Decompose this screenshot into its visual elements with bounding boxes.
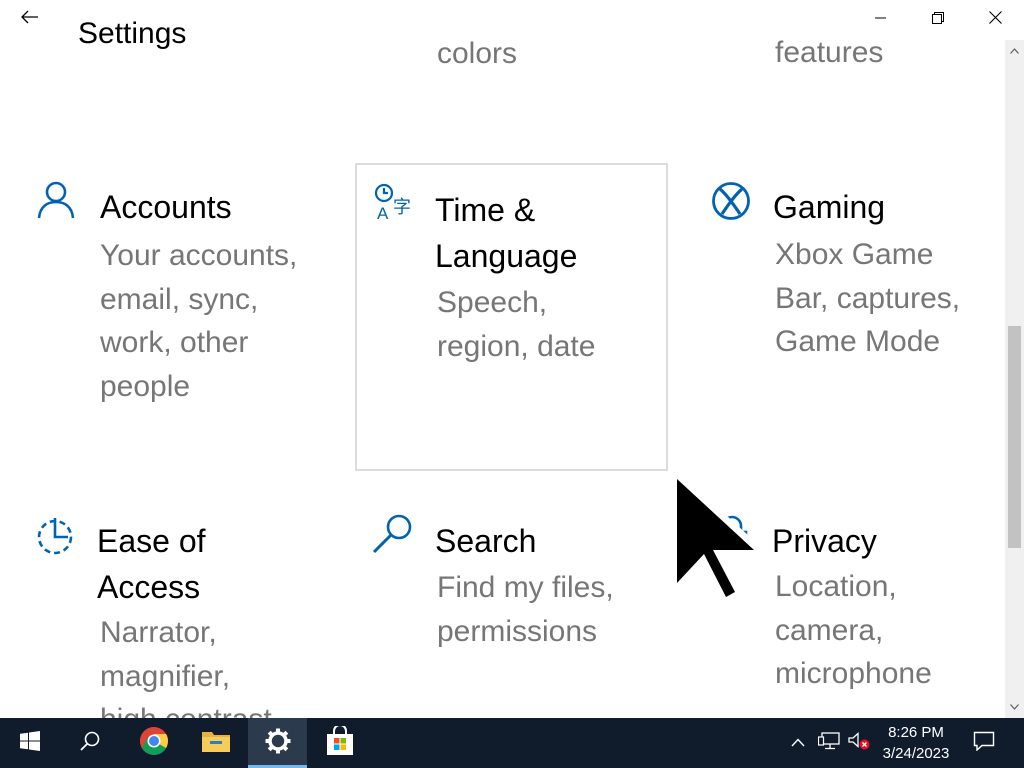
tile-search-title: Search: [435, 523, 537, 559]
tile-accounts-title: Accounts: [100, 189, 232, 225]
scroll-up-button[interactable]: [1005, 40, 1024, 60]
mouse-pointer-icon: [668, 462, 776, 615]
volume-muted-icon: [848, 731, 870, 755]
title-bar: Settings: [0, 0, 1024, 50]
close-button[interactable]: [967, 0, 1023, 40]
microsoft-store-icon: [325, 723, 355, 761]
chevron-up-icon: [1010, 41, 1019, 59]
chrome-icon: [139, 726, 169, 761]
taskbar-file-explorer-button[interactable]: [188, 718, 244, 768]
tile-search[interactable]: Search Find my files, permissions: [357, 498, 667, 718]
tile-accounts-desc: Your accounts, email, sync, work, other …: [100, 239, 298, 403]
svg-text:字: 字: [393, 197, 411, 218]
show-hidden-icons-button[interactable]: [786, 718, 810, 768]
action-center-button[interactable]: [962, 718, 1006, 768]
taskbar-chrome-button[interactable]: [126, 718, 182, 768]
tile-privacy-desc: Location, camera, microphone: [775, 570, 932, 690]
xbox-icon: [710, 180, 752, 227]
tile-gaming-desc: Xbox Game Bar, captures, Game Mode: [775, 238, 961, 358]
chevron-down-icon: [1010, 697, 1019, 715]
minimize-button[interactable]: [853, 0, 909, 40]
back-arrow-icon: [21, 10, 39, 29]
clock-date: 3/24/2023: [882, 745, 950, 762]
search-icon: [80, 731, 100, 756]
svg-text:A: A: [377, 204, 389, 223]
network-button[interactable]: [814, 718, 844, 768]
tile-accounts[interactable]: Accounts Your accounts, email, sync, wor…: [20, 164, 330, 470]
folder-icon: [201, 728, 231, 759]
scroll-down-button[interactable]: [1005, 696, 1024, 716]
search-icon: [371, 512, 415, 561]
tile-ease-of-access-title: Ease of Access: [97, 523, 206, 605]
gear-icon: [265, 728, 291, 759]
settings-window: colors features Accounts Your accounts, …: [0, 0, 1024, 718]
restore-button[interactable]: [910, 0, 966, 40]
tile-ease-of-access[interactable]: Ease of Access Narrator, magnifier, high…: [20, 498, 330, 718]
back-button[interactable]: [14, 4, 46, 34]
tile-time-language[interactable]: A 字 Time & Language Speech, region, date: [355, 163, 668, 471]
tile-gaming[interactable]: Gaming Xbox Game Bar, captures, Game Mod…: [694, 164, 1002, 470]
chevron-up-icon: [791, 734, 805, 752]
time-language-icon: A 字: [373, 181, 415, 228]
tile-time-language-desc: Speech, region, date: [437, 286, 596, 363]
minimize-icon: [875, 11, 887, 29]
clock-time: 8:26 PM: [888, 724, 944, 741]
tile-time-language-title: Time & Language: [435, 192, 578, 274]
taskbar-settings-button[interactable]: [248, 718, 307, 768]
vertical-scrollbar[interactable]: [1005, 40, 1024, 718]
close-icon: [988, 11, 1002, 29]
windows-logo-icon: [20, 730, 40, 756]
tile-search-desc: Find my files, permissions: [437, 571, 614, 648]
restore-icon: [932, 11, 944, 29]
person-icon: [36, 180, 76, 225]
taskbar: 8:26 PM 3/24/2023: [0, 718, 1024, 768]
app-title: Settings: [78, 17, 187, 50]
taskbar-search-button[interactable]: [62, 718, 118, 768]
ease-of-access-icon: [34, 514, 76, 561]
clock[interactable]: 8:26 PM 3/24/2023: [872, 718, 960, 768]
start-button[interactable]: [2, 718, 58, 768]
taskbar-store-button[interactable]: [312, 718, 368, 768]
tile-gaming-title: Gaming: [773, 189, 886, 225]
notification-icon: [973, 731, 995, 756]
volume-button[interactable]: [846, 718, 872, 768]
tile-ease-of-access-desc: Narrator, magnifier, high contrast: [100, 616, 272, 718]
network-icon: [817, 731, 840, 755]
tile-privacy-title: Privacy: [772, 523, 877, 559]
scroll-thumb[interactable]: [1008, 326, 1021, 548]
settings-content: colors features Accounts Your accounts, …: [0, 0, 1005, 718]
